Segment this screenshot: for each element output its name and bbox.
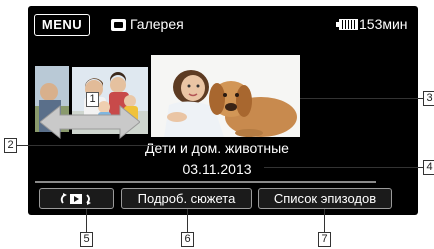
callout-6: 6 xyxy=(181,232,194,247)
callout-2-line xyxy=(17,145,157,146)
callout-4-line xyxy=(264,167,423,168)
callout-5: 5 xyxy=(80,232,93,247)
menu-button[interactable]: MENU xyxy=(34,14,90,36)
callout-5-line xyxy=(86,209,87,232)
scene-list-button[interactable]: Список эпизодов xyxy=(258,188,392,209)
callout-7: 7 xyxy=(318,232,331,247)
gallery-icon xyxy=(111,19,126,31)
gallery-label: Галерея xyxy=(130,16,184,32)
slideshow-button[interactable] xyxy=(39,188,114,209)
callout-3-line xyxy=(300,98,423,99)
battery-icon xyxy=(336,19,358,30)
callout-2: 2 xyxy=(4,138,17,153)
story-date: 03.11.2013 xyxy=(182,161,252,177)
story-thumbnail-selected[interactable] xyxy=(151,55,300,137)
story-details-button[interactable]: Подроб. сюжета xyxy=(121,188,252,209)
slideshow-icon xyxy=(60,193,91,206)
callout-1: 1 xyxy=(86,92,99,107)
callout-6-line xyxy=(187,209,188,232)
callout-7-line xyxy=(324,209,325,232)
battery-remaining-time: 153мин xyxy=(359,16,408,32)
story-title: Дети и дом. животные xyxy=(145,140,289,156)
scroll-arrow-icon[interactable] xyxy=(40,104,140,140)
callout-3: 3 xyxy=(423,91,434,106)
divider xyxy=(35,181,376,183)
callout-4: 4 xyxy=(423,160,434,175)
